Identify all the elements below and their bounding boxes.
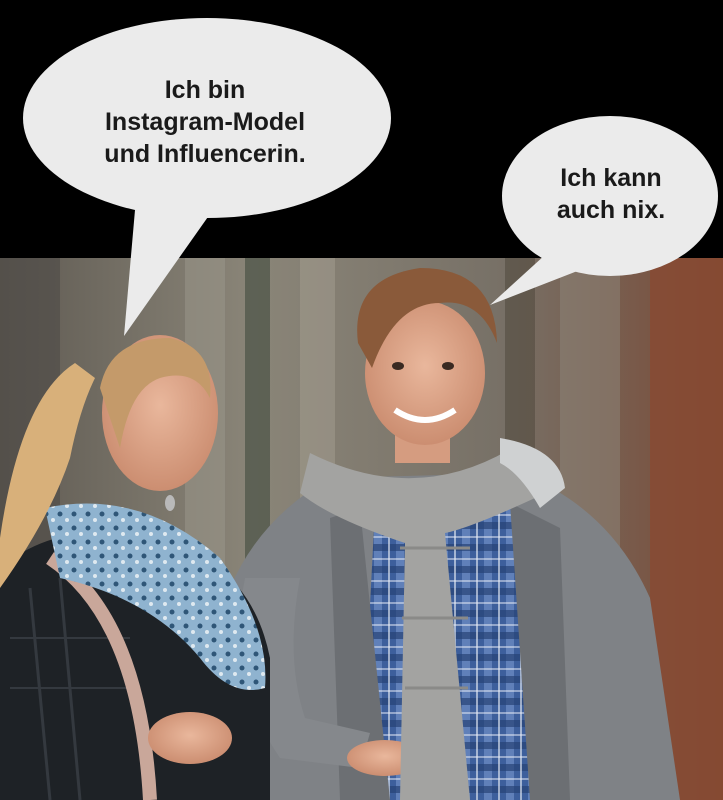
speech-line: und Influencerin. [104, 140, 306, 168]
speech-line: Instagram-Model [104, 108, 306, 136]
speech-line: Ich bin [164, 76, 246, 104]
speech-line: auch nix. [556, 196, 666, 224]
meme-image: Ich bin Instagram-Model und Influencerin… [0, 0, 723, 800]
speech-text-woman: Ich bin Instagram-Model und Influencerin… [40, 74, 370, 170]
speech-line: Ich kann [560, 164, 662, 192]
speech-bubble-woman-tail [124, 210, 210, 336]
speech-text-man: Ich kann auch nix. [520, 162, 702, 226]
